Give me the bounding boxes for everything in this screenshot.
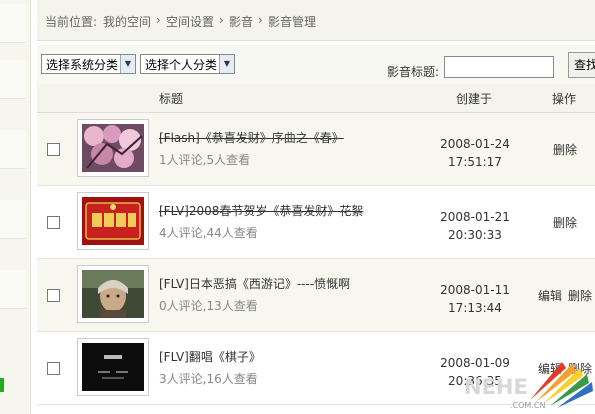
- svg-text:.COM.CN: .COM.CN: [510, 401, 545, 410]
- breadcrumb-prefix: 当前位置:: [45, 15, 98, 29]
- left-rail-segment: [0, 4, 26, 43]
- title-search-label: 影音标题:: [387, 65, 440, 79]
- chevron-down-icon[interactable]: ▼: [120, 55, 135, 73]
- chevron-down-icon[interactable]: ▼: [219, 55, 234, 73]
- created-date: 2008-01-24: [440, 137, 510, 151]
- portrait-thumbnail-image: [82, 270, 144, 318]
- table-row: [Flash]《恭喜发财》序曲之《春》 1人评论,5人查看 2008-01-24…: [37, 113, 595, 186]
- row-checkbox[interactable]: [47, 216, 60, 229]
- video-title-link[interactable]: [FLV]2008春节贺岁《恭喜发财》花絮: [159, 202, 363, 219]
- breadcrumb-current: 影音管理: [268, 15, 317, 29]
- left-rail-segment: [0, 200, 26, 239]
- created-datetime: 2008-01-11 17:13:44: [433, 281, 517, 317]
- video-title-link[interactable]: [FLV]日本恶搞《西游记》----愤慨啊: [159, 275, 350, 292]
- table-header: 标题 创建于 操作: [37, 84, 595, 113]
- row-checkbox[interactable]: [47, 143, 60, 156]
- edit-link[interactable]: 编辑: [538, 287, 562, 304]
- row-checkbox[interactable]: [47, 289, 60, 302]
- video-stats[interactable]: 0人评论,13人查看: [159, 297, 258, 314]
- breadcrumb-link-media[interactable]: 影音: [229, 13, 253, 30]
- video-thumbnail[interactable]: [77, 338, 149, 396]
- created-time: 17:51:17: [448, 155, 502, 169]
- column-header-title: 标题: [159, 92, 184, 106]
- video-title-link[interactable]: [Flash]《恭喜发财》序曲之《春》: [159, 129, 344, 146]
- video-title-link[interactable]: [FLV]翻唱《棋子》: [159, 348, 261, 365]
- filter-toolbar: 选择系统分类 ▼ 选择个人分类 ▼ 影音标题: 查找: [37, 44, 595, 84]
- column-header-created: 创建于: [456, 92, 493, 106]
- created-date: 2008-01-21: [440, 210, 510, 224]
- video-thumbnail[interactable]: [77, 119, 149, 177]
- personal-category-select[interactable]: 选择个人分类 ▼: [140, 54, 235, 74]
- nehe-watermark-logo: NEHE .COM.CN: [464, 362, 593, 410]
- left-rail-segment: [0, 270, 26, 309]
- banner-thumbnail-image: [82, 197, 144, 245]
- column-header-actions: 操作: [552, 92, 577, 106]
- created-datetime: 2008-01-21 20:30:33: [433, 208, 517, 244]
- created-time: 17:13:44: [448, 301, 502, 315]
- svg-text:NEHE: NEHE: [464, 375, 528, 399]
- left-rail: [0, 0, 31, 414]
- left-rail-segment: [0, 130, 26, 169]
- blossom-thumbnail-image: [82, 124, 144, 172]
- row-checkbox[interactable]: [47, 362, 60, 375]
- created-time: 20:30:33: [448, 228, 502, 242]
- title-search-input[interactable]: [444, 56, 554, 78]
- breadcrumb-separator: ›: [258, 13, 263, 27]
- video-stats[interactable]: 4人评论,44人查看: [159, 224, 258, 241]
- delete-link[interactable]: 删除: [553, 214, 577, 231]
- search-button[interactable]: 查找: [568, 52, 595, 78]
- system-category-value: 选择系统分类: [46, 58, 119, 72]
- system-category-select[interactable]: 选择系统分类 ▼: [41, 54, 136, 74]
- left-rail-segment: [0, 60, 26, 99]
- breadcrumb: 当前位置: 我的空间 › 空间设置 › 影音 › 影音管理: [37, 0, 595, 41]
- video-thumbnail[interactable]: [77, 192, 149, 250]
- breadcrumb-link-settings[interactable]: 空间设置: [166, 13, 214, 30]
- video-thumbnail[interactable]: [77, 265, 149, 323]
- video-stats[interactable]: 1人评论,5人查看: [159, 151, 250, 168]
- video-stats[interactable]: 3人评论,16人查看: [159, 370, 258, 387]
- table-row: [FLV]2008春节贺岁《恭喜发财》花絮 4人评论,44人查看 2008-01…: [37, 186, 595, 259]
- breadcrumb-link-myspace[interactable]: 我的空间: [103, 13, 151, 30]
- title-card-thumbnail-image: [82, 343, 144, 391]
- personal-category-value: 选择个人分类: [145, 58, 218, 72]
- table-row: [FLV]日本恶搞《西游记》----愤慨啊 0人评论,13人查看 2008-01…: [37, 259, 595, 332]
- breadcrumb-separator: ›: [219, 13, 224, 27]
- status-indicator: [0, 378, 4, 392]
- created-date: 2008-01-11: [440, 283, 510, 297]
- delete-link[interactable]: 删除: [553, 141, 577, 158]
- delete-link[interactable]: 删除: [568, 287, 592, 304]
- breadcrumb-separator: ›: [156, 13, 161, 27]
- created-datetime: 2008-01-24 17:51:17: [433, 135, 517, 171]
